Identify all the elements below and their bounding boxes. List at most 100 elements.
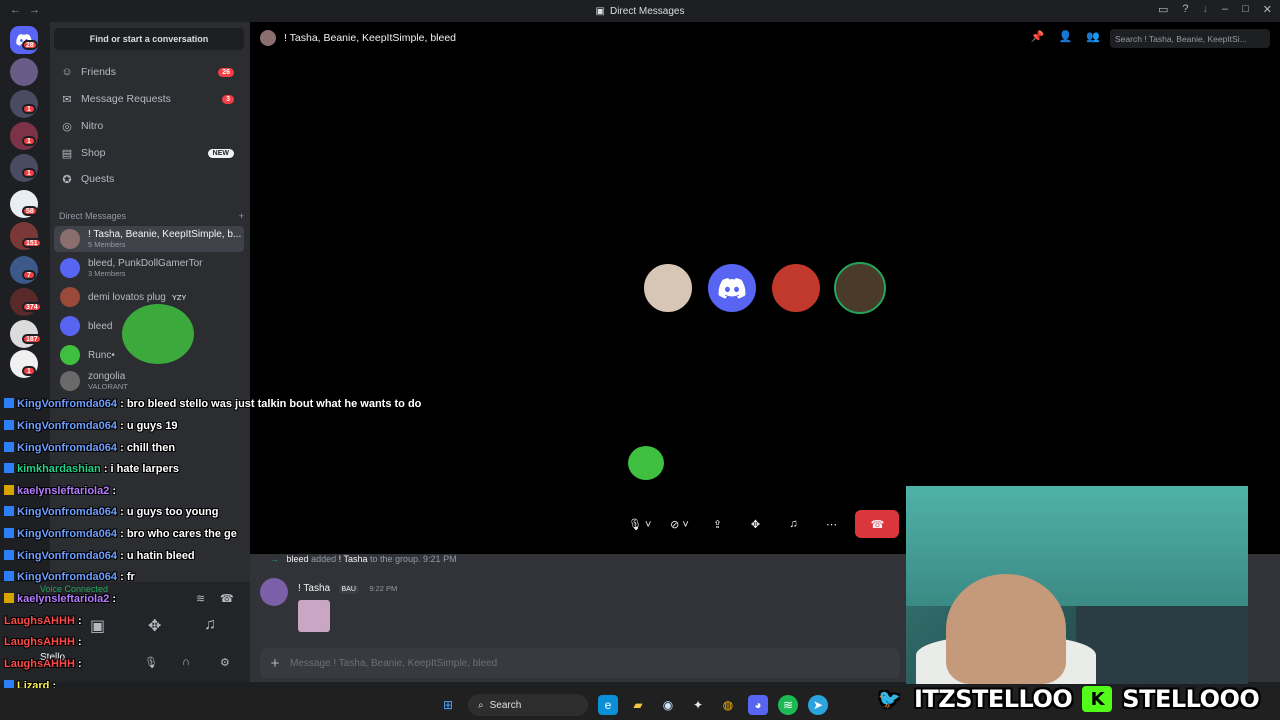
dm-section-header: Direct Messages +: [59, 211, 244, 221]
back-arrow-icon[interactable]: ←: [10, 4, 21, 16]
nav-label: Friends: [81, 66, 117, 78]
nav-nitro[interactable]: ◎ Nitro: [54, 114, 244, 138]
nav-label: Shop: [81, 147, 106, 159]
participant-avatar[interactable]: [706, 262, 758, 314]
join-arrow-icon: →: [270, 554, 279, 564]
call-participants: [642, 262, 886, 314]
webcam-person: [946, 574, 1066, 684]
dm-name: ! Tasha, Beanie, KeepItSimple, b...: [88, 229, 242, 240]
microphone-icon[interactable]: 🎙: [144, 656, 158, 669]
message-time: 9:22 PM: [369, 584, 398, 593]
requests-count-badge: 3: [222, 94, 234, 104]
mail-icon: ✉: [62, 93, 72, 106]
download-icon[interactable]: ↓: [1203, 3, 1209, 16]
voice-status: Voice Connected: [40, 584, 109, 594]
taskbar-items: ⊞ ⌕ Search e ▰ ◉ ✦ ◍ ◕ ≋ ➤: [438, 694, 828, 716]
spotify-icon[interactable]: ≋: [778, 695, 798, 715]
server-badge: 187: [22, 334, 42, 344]
search-input[interactable]: Search ! Tasha, Beanie, KeepItSi...: [1110, 29, 1270, 48]
nav-quests[interactable]: ✪ Quests: [54, 167, 244, 191]
file-explorer-icon[interactable]: ▰: [628, 695, 648, 715]
activity-button[interactable]: ✥: [148, 616, 161, 636]
chrome-icon[interactable]: ◍: [718, 695, 738, 715]
window-titlebar: ← → ▣ Direct Messages ▭ ? ↓ – □ ✕: [0, 0, 1280, 22]
camera-toggle-button[interactable]: ⊘ ˅: [665, 510, 694, 538]
nav-message-requests[interactable]: ✉ Message Requests 3: [54, 87, 244, 111]
dm-item[interactable]: ! Tasha, Beanie, KeepItSimple, b... 5 Me…: [54, 226, 244, 252]
server-badge: 1: [22, 104, 36, 114]
emote-image: [628, 446, 664, 480]
steam-icon[interactable]: ◉: [658, 695, 678, 715]
end-call-button[interactable]: ☎: [855, 510, 900, 538]
avatar: [60, 345, 80, 365]
system-message: → bleed added ! Tasha to the group. 9:21…: [270, 554, 457, 564]
participant-avatar[interactable]: [642, 262, 694, 314]
voice-signal-icon[interactable]: ≋: [196, 592, 205, 605]
stream-branding: 🐦 ITZSTELLOO K STELLOOO: [874, 680, 1260, 718]
forward-arrow-icon[interactable]: →: [29, 4, 40, 16]
start-button[interactable]: ⊞: [438, 695, 458, 715]
headphones-icon[interactable]: ∩: [182, 656, 190, 668]
nitro-icon: ◎: [62, 120, 72, 133]
find-conversation-button[interactable]: Find or start a conversation: [54, 28, 244, 50]
help-icon[interactable]: ?: [1182, 3, 1188, 16]
server-badge: 1: [22, 168, 36, 178]
avatar[interactable]: [260, 578, 288, 606]
add-friends-icon[interactable]: 👤: [1059, 30, 1073, 43]
settings-gear-icon[interactable]: ⚙: [220, 656, 230, 669]
composer-placeholder: Message ! Tasha, Beanie, KeepItSimple, b…: [290, 657, 498, 669]
more-options-button[interactable]: ⋯: [817, 510, 846, 538]
history-nav: ← →: [10, 4, 40, 16]
add-dm-icon[interactable]: +: [239, 211, 244, 221]
add-attachment-icon[interactable]: +: [260, 655, 290, 672]
member-list-icon[interactable]: 👥: [1086, 30, 1100, 43]
mute-button[interactable]: 🎙 ˅: [624, 510, 656, 538]
nav-friends[interactable]: ☺ Friends 26: [54, 60, 244, 84]
home-badge: 28: [22, 40, 38, 50]
call-header: ! Tasha, Beanie, KeepItSimple, bleed: [260, 30, 456, 46]
call-header-icons: 📌 👤 👥: [1031, 30, 1100, 43]
dm-item[interactable]: bleed, PunkDollGamerTor 3 Members: [54, 255, 244, 281]
dm-name: Runc•: [88, 349, 115, 361]
telegram-icon[interactable]: ➤: [808, 695, 828, 715]
kick-handle: STELLOOO: [1122, 685, 1260, 713]
message-composer[interactable]: + Message ! Tasha, Beanie, KeepItSimple,…: [260, 648, 900, 678]
taskbar-search[interactable]: ⌕ Search: [468, 694, 588, 716]
minimize-button[interactable]: –: [1222, 3, 1228, 16]
pin-icon[interactable]: 📌: [1031, 30, 1045, 43]
dm-header-label: Direct Messages: [59, 211, 127, 221]
activities-button[interactable]: ✥: [741, 510, 770, 538]
participant-avatar[interactable]: [834, 262, 886, 314]
dm-name: demi lovatos plug: [88, 291, 166, 303]
disconnect-icon[interactable]: ☎: [220, 592, 234, 605]
search-icon: ⌕: [478, 699, 484, 711]
soundboard-button[interactable]: ♫: [204, 616, 216, 634]
avatar: [60, 371, 80, 391]
emote-image: [122, 304, 194, 364]
inbox-icon[interactable]: ▭: [1158, 3, 1168, 16]
edge-icon[interactable]: e: [598, 695, 618, 715]
username: Stello: [40, 652, 66, 663]
soundboard-button[interactable]: ♫: [779, 510, 808, 538]
app-icon[interactable]: ✦: [688, 695, 708, 715]
system-target: ! Tasha: [338, 554, 368, 564]
participant-avatar[interactable]: [770, 262, 822, 314]
twitter-bird-icon: 🐦: [878, 688, 900, 710]
dm-sub: 3 Members: [88, 269, 126, 278]
message-image[interactable]: [298, 600, 330, 632]
avatar: [60, 258, 80, 278]
discord-taskbar-icon[interactable]: ◕: [748, 695, 768, 715]
maximize-button[interactable]: □: [1242, 3, 1249, 16]
server-icon[interactable]: [10, 58, 38, 86]
message-author[interactable]: ! Tasha: [298, 583, 330, 594]
nav-label: Nitro: [81, 120, 104, 132]
nav-shop[interactable]: ▤ Shop NEW: [54, 141, 244, 165]
screen-share-button[interactable]: ⇪: [703, 510, 732, 538]
server-badge: 7: [22, 270, 36, 280]
camera-button[interactable]: ▣: [90, 616, 105, 636]
friends-icon: ☺: [61, 66, 73, 78]
new-badge: NEW: [207, 148, 234, 158]
close-button[interactable]: ✕: [1263, 3, 1272, 16]
dm-item[interactable]: zongolia VALORANT: [54, 368, 244, 394]
taskbar-search-label: Search: [489, 699, 522, 711]
